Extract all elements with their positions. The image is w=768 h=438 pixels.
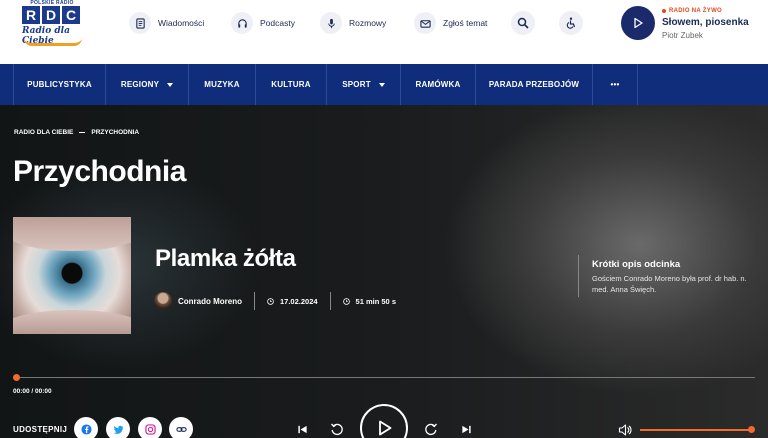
top-header: POLSKIE RADIO R D C Radio dla Ciebie Wia… (0, 0, 768, 64)
nav-muzyka[interactable]: MUZYKA (189, 64, 256, 105)
share-link-button[interactable] (169, 417, 193, 438)
logo-letter: C (62, 6, 80, 24)
nav-label: Wiadomości (158, 18, 205, 28)
search-button[interactable] (511, 11, 535, 35)
nav-label: REGIONY (120, 80, 160, 89)
episode-hero: RADIO DLA CIEBIE PRZYCHODNIA Przychodnia… (0, 105, 768, 438)
logo-letter: D (42, 6, 60, 24)
meta-divider (254, 292, 255, 310)
main-play-button[interactable] (360, 404, 408, 438)
description-heading: Krótki opis odcinka (592, 259, 681, 270)
mail-icon (414, 12, 436, 34)
cover-lower-lid (13, 310, 131, 334)
meta-divider (329, 292, 331, 310)
episode-title: Plamka żółta (155, 245, 296, 272)
wheelchair-icon (566, 17, 576, 29)
playback-time: 00:00 / 00:00 (13, 388, 52, 395)
rdc-logo[interactable]: POLSKIE RADIO R D C Radio dla Ciebie (20, 0, 84, 52)
nav-label: KULTURA (271, 80, 311, 89)
logo-wave (24, 38, 82, 46)
live-label-text: RADIO NA ŻYWO (669, 8, 723, 14)
author-avatar (154, 292, 172, 310)
skip-next-icon (461, 425, 471, 433)
author-name[interactable]: Conrado Moreno (178, 297, 242, 306)
previous-button[interactable] (292, 419, 312, 438)
description-text: Gościem Conrado Moreno była prof. dr hab… (592, 274, 747, 294)
nav-label: Podcasty (260, 18, 295, 28)
episode-cover-image (13, 217, 131, 334)
nav-podcasty[interactable]: Podcasty (231, 11, 295, 35)
caret-down-icon (378, 82, 385, 87)
rewind-icon (331, 423, 343, 436)
nav-kultura[interactable]: KULTURA (256, 64, 327, 105)
volume-icon (618, 424, 632, 436)
live-play-button[interactable] (621, 6, 655, 40)
skip-previous-icon (297, 425, 307, 433)
nav-label: RAMÓWKA (415, 80, 461, 89)
breadcrumb: RADIO DLA CIEBIE PRZYCHODNIA (14, 129, 139, 136)
nav-regiony[interactable]: REGIONY (106, 64, 189, 105)
facebook-icon (80, 423, 92, 435)
live-title[interactable]: Słowem, piosenka (662, 17, 749, 28)
nav-parada-przebojow[interactable]: PARADA PRZEBOJÓW (476, 64, 593, 105)
fast-forward-icon (425, 423, 437, 436)
headphones-icon (231, 12, 253, 34)
forward-button[interactable] (421, 419, 441, 438)
calendar-icon (267, 297, 274, 305)
episode-meta: Conrado Moreno 17.02.2024 51 min 50 s (154, 291, 396, 311)
live-dot-icon (662, 9, 666, 13)
nav-sport[interactable]: SPORT (327, 64, 401, 105)
breadcrumb-item[interactable]: PRZYCHODNIA (91, 129, 139, 136)
episode-duration: 51 min 50 s (355, 296, 396, 306)
nav-label: Rozmowy (349, 18, 387, 28)
progress-handle[interactable] (13, 374, 20, 381)
play-icon (379, 420, 392, 436)
clock-icon (342, 297, 350, 305)
page-title: Przychodnia (13, 155, 186, 188)
nav-ramowka[interactable]: RAMÓWKA (401, 64, 476, 105)
breadcrumb-item[interactable]: RADIO DLA CIEBIE (14, 129, 73, 136)
document-icon (129, 12, 151, 34)
logo-letter: R (22, 6, 40, 24)
nav-rozmowy[interactable]: Rozmowy (320, 11, 386, 35)
caret-down-icon (167, 82, 174, 87)
cover-eyelid (13, 217, 131, 251)
nav-label: SPORT (342, 80, 371, 89)
episode-date: 17.02.2024 (280, 296, 318, 306)
share-twitter-button[interactable] (106, 417, 130, 438)
nav-publicystyka[interactable]: PUBLICYSTYKA (13, 64, 106, 105)
main-nav: PUBLICYSTYKA REGIONY MUZYKA KULTURA SPOR… (0, 64, 768, 105)
episode-description: Krótki opis odcinka Gościem Conrado More… (578, 255, 756, 297)
nav-label: Zgłoś temat (443, 18, 488, 28)
instagram-icon (144, 423, 156, 435)
microphone-icon (320, 12, 342, 34)
link-icon (175, 426, 187, 432)
play-icon (634, 17, 643, 29)
breadcrumb-separator (79, 132, 86, 133)
accessibility-button[interactable] (559, 11, 583, 35)
progress-track[interactable] (17, 377, 755, 378)
share-facebook-button[interactable] (74, 417, 98, 438)
share-instagram-button[interactable] (138, 417, 162, 438)
nav-more[interactable]: ••• (593, 64, 638, 105)
volume-button[interactable] (618, 423, 632, 437)
search-icon (517, 17, 529, 29)
more-icon: ••• (610, 80, 620, 89)
rewind-button[interactable] (327, 419, 347, 438)
twitter-icon (113, 425, 123, 434)
live-author: Piotr Zubek (662, 31, 703, 40)
nav-zglos-temat[interactable]: Zgłoś temat (414, 11, 487, 35)
live-label: RADIO NA ŻYWO (662, 8, 722, 14)
next-button[interactable] (456, 419, 476, 438)
nav-label: PARADA PRZEBOJÓW (488, 80, 580, 89)
share-label: UDOSTĘPNIJ (13, 425, 68, 434)
volume-handle[interactable] (748, 426, 755, 433)
logo-letters: R D C (22, 6, 80, 24)
volume-slider[interactable] (640, 429, 751, 431)
nav-label: PUBLICYSTYKA (27, 80, 92, 89)
nav-wiadomosci[interactable]: Wiadomości (129, 11, 204, 35)
nav-label: MUZYKA (204, 80, 240, 89)
